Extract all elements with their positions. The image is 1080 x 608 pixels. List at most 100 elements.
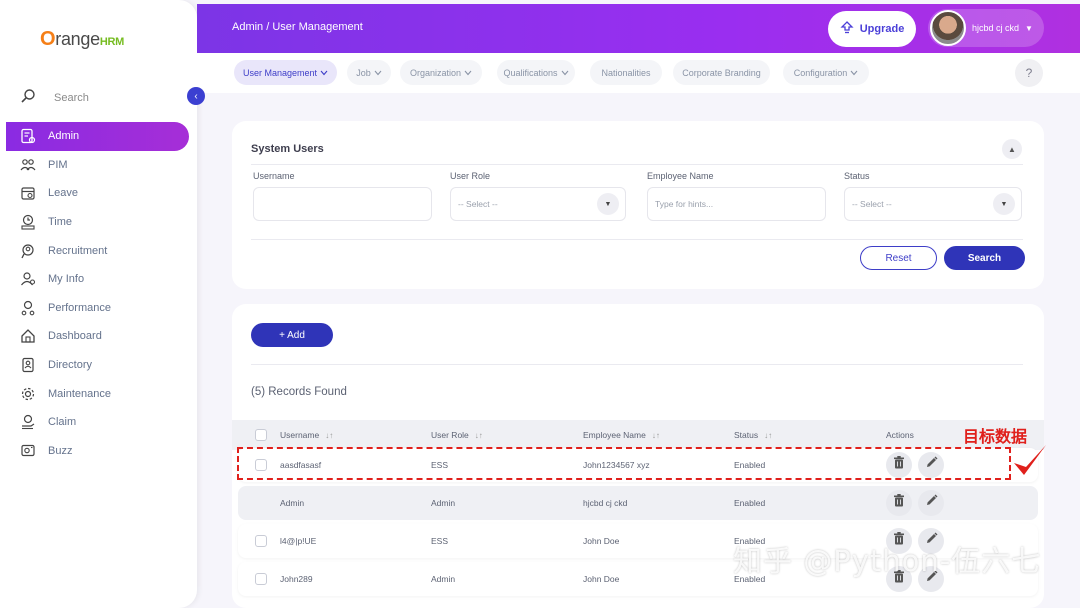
column-header-label: Actions xyxy=(886,430,914,440)
checkmark-icon xyxy=(1012,441,1048,486)
time-icon xyxy=(20,214,36,230)
cell-employee: John1234567 xyz xyxy=(583,460,650,470)
maintenance-icon xyxy=(20,386,36,402)
username-input[interactable] xyxy=(253,187,432,221)
sidebar-item-claim[interactable]: Claim xyxy=(6,408,189,437)
breadcrumb: Admin / User Management xyxy=(232,21,363,33)
sort-icon[interactable]: ↓↑ xyxy=(764,431,772,440)
tab-qualifications[interactable]: Qualifications xyxy=(497,60,575,85)
logo-hrm: HRM xyxy=(99,36,124,48)
help-button[interactable]: ? xyxy=(1015,59,1043,87)
my-info-icon xyxy=(20,271,36,287)
table-row[interactable]: Admin Admin hjcbd cj ckd Enabled xyxy=(238,486,1038,520)
tab-user-management[interactable]: User Management xyxy=(234,60,337,85)
sidebar-item-leave[interactable]: Leave xyxy=(6,179,189,208)
column-header-status[interactable]: Status ↓↑ xyxy=(734,430,772,440)
user-role-value: -- Select -- xyxy=(458,199,498,209)
cell-username: aasdfasasf xyxy=(280,460,322,470)
delete-button[interactable] xyxy=(886,490,912,516)
records-count: (5) Records Found xyxy=(251,386,347,398)
sidebar-item-directory[interactable]: Directory xyxy=(6,351,189,380)
orangehrm-logo[interactable]: OrangeHRM xyxy=(40,28,124,51)
sidebar-item-label: Recruitment xyxy=(48,244,108,257)
user-role-label: User Role xyxy=(450,171,491,181)
add-user-button[interactable]: + Add xyxy=(251,323,333,347)
column-header-employee-name[interactable]: Employee Name ↓↑ xyxy=(583,430,660,440)
user-name: hjcbd cj ckd xyxy=(972,23,1020,33)
tab-label: User Management xyxy=(242,67,318,78)
sidebar-collapse-button[interactable]: ‹ xyxy=(187,87,205,105)
avatar xyxy=(930,10,966,46)
sort-icon[interactable]: ↓↑ xyxy=(475,431,483,440)
cell-employee: John Doe xyxy=(583,536,620,546)
user-role-select[interactable]: -- Select -- ▼ xyxy=(450,187,626,221)
sidebar-item-label: Admin xyxy=(48,130,80,143)
column-header-username[interactable]: Username ↓↑ xyxy=(280,430,333,440)
sort-icon[interactable]: ↓↑ xyxy=(652,431,660,440)
sidebar-item-performance[interactable]: Performance xyxy=(6,294,189,323)
sidebar-item-dashboard[interactable]: Dashboard xyxy=(6,322,189,351)
sidebar-item-label: My Info xyxy=(48,273,85,286)
directory-icon xyxy=(20,357,36,373)
user-dropdown[interactable]: hjcbd cj ckd ▼ xyxy=(928,9,1044,47)
tab-job[interactable]: Job xyxy=(347,60,391,85)
tab-label: Nationalities xyxy=(601,67,651,78)
tab-configuration[interactable]: Configuration xyxy=(783,60,869,85)
sidebar-item-label: Maintenance xyxy=(48,387,111,400)
cell-role: ESS xyxy=(431,536,449,546)
claim-icon xyxy=(20,414,36,430)
row-checkbox[interactable] xyxy=(255,535,267,547)
column-header-label: Employee Name xyxy=(583,430,646,440)
upgrade-icon xyxy=(840,20,854,38)
sort-icon[interactable]: ↓↑ xyxy=(325,431,333,440)
cell-role: ESS xyxy=(431,460,449,470)
sidebar-item-label: Claim xyxy=(48,416,77,429)
status-select[interactable]: -- Select -- ▼ xyxy=(844,187,1022,221)
tab-nationalities[interactable]: Nationalities xyxy=(590,60,662,85)
row-checkbox[interactable] xyxy=(255,573,267,585)
admin-icon xyxy=(20,128,36,144)
chevron-down-icon xyxy=(374,68,382,78)
top-bar: Admin / User Management Upgrade hjcbd cj… xyxy=(197,4,1080,53)
sidebar-search[interactable]: Search xyxy=(20,86,180,110)
sidebar-item-time[interactable]: Time xyxy=(6,208,189,237)
sidebar-item-my-info[interactable]: My Info xyxy=(6,265,189,294)
employee-name-label: Employee Name xyxy=(647,171,714,181)
sidebar-item-pim[interactable]: PIM xyxy=(6,151,189,180)
column-header-label: Status xyxy=(734,430,759,440)
tab-label: Qualifications xyxy=(503,67,558,78)
chevron-down-icon xyxy=(320,68,328,78)
delete-button[interactable] xyxy=(886,452,912,478)
column-header-label: Username xyxy=(280,430,320,440)
tab-organization[interactable]: Organization xyxy=(400,60,482,85)
sidebar-item-label: Directory xyxy=(48,359,93,372)
upgrade-button[interactable]: Upgrade xyxy=(828,11,916,47)
row-checkbox[interactable] xyxy=(255,459,267,471)
reset-button[interactable]: Reset xyxy=(860,246,937,270)
select-all-checkbox[interactable] xyxy=(255,429,267,441)
employee-name-input[interactable]: Type for hints... xyxy=(647,187,826,221)
sidebar-item-maintenance[interactable]: Maintenance xyxy=(6,379,189,408)
edit-button[interactable] xyxy=(918,452,944,478)
tab-corporate-branding[interactable]: Corporate Branding xyxy=(673,60,770,85)
search-button[interactable]: Search xyxy=(944,246,1025,270)
status-label: Status xyxy=(844,171,870,181)
chevron-left-icon: ‹ xyxy=(194,90,198,102)
divider xyxy=(251,164,1023,165)
edit-button[interactable] xyxy=(918,490,944,516)
sidebar-item-label: PIM xyxy=(48,158,68,171)
sidebar-item-admin[interactable]: Admin xyxy=(6,122,189,151)
chevron-down-icon xyxy=(850,68,858,78)
collapse-filter-button[interactable]: ▲ xyxy=(1002,139,1022,159)
tab-label: Corporate Branding xyxy=(682,67,761,78)
upgrade-label: Upgrade xyxy=(859,23,905,35)
sidebar-item-recruitment[interactable]: Recruitment xyxy=(6,236,189,265)
username-label: Username xyxy=(253,171,295,181)
logo-o: O xyxy=(40,28,56,50)
filter-title: System Users xyxy=(251,143,324,155)
column-header-user-role[interactable]: User Role ↓↑ xyxy=(431,430,483,440)
sidebar-item-buzz[interactable]: Buzz xyxy=(6,437,189,466)
sidebar-search-label: Search xyxy=(54,92,89,104)
divider xyxy=(251,364,1023,365)
table-row[interactable]: aasdfasasf ESS John1234567 xyz Enabled xyxy=(238,448,1038,482)
